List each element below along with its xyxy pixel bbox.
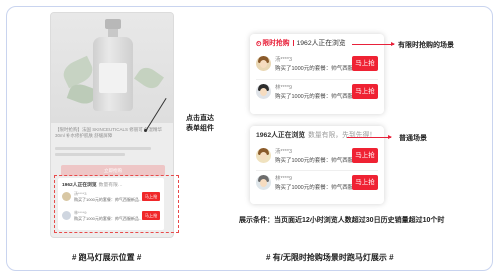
placeholder-line — [55, 147, 151, 150]
caption-right: # 有/无限时抢购场景时跑马灯展示 # — [266, 253, 394, 262]
flash-sale-icon: ⏲ — [256, 41, 262, 48]
grab-button[interactable]: 马上抢 — [352, 56, 378, 71]
flash-sale-badge: 限时抢购 — [262, 40, 290, 47]
arrow-right — [352, 42, 395, 46]
buyer-name: 林****9 — [275, 176, 293, 182]
avatar — [256, 56, 271, 71]
purchase-row: 林****9 购买了1000元的套餐：帅气西服新品... 马上抢 — [256, 173, 380, 195]
placeholder-line — [55, 153, 125, 156]
product-image — [51, 13, 173, 123]
buyer-name: 汤****3 — [275, 149, 293, 155]
bottle-label — [99, 63, 127, 93]
avatar — [256, 148, 271, 163]
avatar — [256, 175, 271, 190]
arrow-right — [347, 135, 392, 139]
marquee-highlight-box — [54, 175, 179, 233]
row-divider — [256, 79, 378, 80]
bottle-cap — [105, 19, 121, 29]
card-header: ⏲限时抢购 1962人正在浏览 — [256, 37, 346, 49]
grab-button[interactable]: 马上抢 — [352, 175, 378, 190]
viewer-count: 1962人正在浏览 — [256, 132, 306, 139]
purchase-row: 汤****3 购买了1000元的套餐：帅气西服新品... 马上抢 — [256, 146, 380, 168]
caption-left: # 跑马灯展示位置 # — [72, 253, 142, 262]
scene-label-flash: 有限时抢购的场景 — [398, 42, 454, 49]
buyer-name: 林****9 — [275, 85, 293, 91]
leaf-decoration — [134, 63, 164, 93]
display-condition: 展示条件：当页面近12小时浏览人数超过30日历史销量超过10个时 — [239, 217, 445, 224]
row-divider — [256, 170, 378, 171]
callout-label: 点击直达 表单组件 — [186, 115, 214, 132]
buyer-name: 汤****3 — [275, 57, 293, 63]
purchase-row: 汤****3 购买了1000元的套餐：帅气西服新品... 马上抢 — [256, 54, 380, 76]
viewer-count: 1962人正在浏览 — [296, 40, 346, 47]
avatar — [256, 84, 271, 99]
scene-label-normal: 普通场景 — [399, 135, 427, 142]
product-title: 【限时抢购】法国 SKINCEUTICALS 修丽可 保湿精华 30ml 补水修… — [55, 127, 163, 138]
purchase-row: 林****9 购买了1000元的套餐：帅气西服新品... 马上抢 — [256, 82, 380, 104]
flash-sale-card: ⏲限时抢购 1962人正在浏览 汤****3 购买了1000元的套餐：帅气西服新品… — [250, 34, 384, 114]
grab-button[interactable]: 马上抢 — [352, 148, 378, 163]
grab-button[interactable]: 马上抢 — [352, 84, 378, 99]
